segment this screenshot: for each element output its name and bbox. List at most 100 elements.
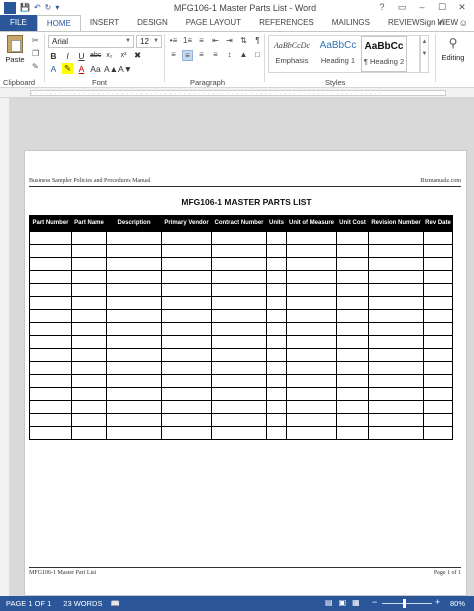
table-cell[interactable] (29, 309, 72, 323)
table-cell[interactable] (161, 283, 212, 297)
table-cell[interactable] (29, 361, 72, 375)
sign-in-link[interactable]: Sign in (420, 15, 444, 31)
table-cell[interactable] (266, 374, 287, 388)
table-cell[interactable] (29, 296, 72, 310)
underline-icon[interactable]: U (76, 51, 87, 61)
table-cell[interactable] (71, 257, 107, 271)
table-cell[interactable] (71, 309, 107, 323)
table-cell[interactable] (71, 374, 107, 388)
table-cell[interactable] (71, 361, 107, 375)
table-cell[interactable] (423, 361, 453, 375)
table-cell[interactable] (211, 296, 267, 310)
table-cell[interactable] (266, 309, 287, 323)
font-color-icon[interactable]: A (76, 64, 87, 74)
table-cell[interactable] (29, 231, 72, 245)
italic-icon[interactable]: I (62, 51, 73, 61)
align-left-icon[interactable]: ≡ (168, 50, 179, 61)
font-size-select[interactable]: 12 ▼ (136, 35, 162, 48)
table-cell[interactable] (286, 309, 337, 323)
table-cell[interactable] (423, 413, 453, 427)
clear-format-icon[interactable]: ✖ (132, 50, 143, 61)
table-cell[interactable] (336, 257, 369, 271)
table-cell[interactable] (286, 387, 337, 401)
numbering-icon[interactable]: 1≡ (182, 36, 193, 47)
table-cell[interactable] (368, 270, 424, 284)
table-cell[interactable] (266, 244, 287, 258)
table-cell[interactable] (29, 400, 72, 414)
table-cell[interactable] (368, 426, 424, 440)
table-cell[interactable] (336, 309, 369, 323)
zoom-slider[interactable] (382, 603, 432, 604)
table-cell[interactable] (423, 387, 453, 401)
tab-design[interactable]: DESIGN (128, 15, 177, 31)
superscript-icon[interactable]: x² (118, 52, 129, 59)
table-cell[interactable] (211, 309, 267, 323)
table-cell[interactable] (423, 244, 453, 258)
table-cell[interactable] (368, 296, 424, 310)
table-cell[interactable] (266, 426, 287, 440)
table-cell[interactable] (71, 231, 107, 245)
table-cell[interactable] (336, 296, 369, 310)
increase-indent-icon[interactable]: ⇥ (224, 36, 235, 47)
table-cell[interactable] (286, 426, 337, 440)
table-cell[interactable] (29, 335, 72, 349)
feedback-smiley-icon[interactable]: ☺ (459, 15, 468, 31)
table-cell[interactable] (161, 348, 212, 362)
table-cell[interactable] (336, 387, 369, 401)
table-cell[interactable] (29, 257, 72, 271)
table-cell[interactable] (161, 335, 212, 349)
table-cell[interactable] (71, 335, 107, 349)
table-cell[interactable] (286, 400, 337, 414)
paste-button[interactable]: Paste (4, 35, 26, 64)
print-layout-icon[interactable]: ▣ (339, 598, 347, 607)
table-cell[interactable] (161, 270, 212, 284)
table-cell[interactable] (211, 413, 267, 427)
table-cell[interactable] (161, 244, 212, 258)
table-cell[interactable] (211, 361, 267, 375)
table-cell[interactable] (266, 322, 287, 336)
editing-button[interactable]: ⚲ Editing (438, 36, 468, 62)
table-cell[interactable] (161, 296, 212, 310)
table-cell[interactable] (266, 387, 287, 401)
table-cell[interactable] (211, 283, 267, 297)
table-cell[interactable] (423, 426, 453, 440)
table-cell[interactable] (336, 413, 369, 427)
justify-icon[interactable]: ≡ (210, 50, 221, 61)
subscript-icon[interactable]: x₂ (104, 52, 115, 59)
style-heading-1[interactable]: AaBbCc Heading 1 (315, 36, 361, 72)
horizontal-ruler[interactable]: . . . . . . . . . . . . . . . . . . . . … (0, 88, 474, 98)
table-cell[interactable] (161, 361, 212, 375)
table-cell[interactable] (106, 348, 162, 362)
table-cell[interactable] (106, 296, 162, 310)
table-cell[interactable] (266, 296, 287, 310)
table-cell[interactable] (266, 400, 287, 414)
close-button[interactable]: ✕ (452, 0, 472, 14)
proofing-icon[interactable]: 📖 (102, 599, 119, 608)
table-cell[interactable] (336, 400, 369, 414)
table-cell[interactable] (106, 400, 162, 414)
table-cell[interactable] (106, 244, 162, 258)
table-cell[interactable] (71, 387, 107, 401)
minimize-button[interactable]: – (412, 0, 432, 14)
table-cell[interactable] (29, 413, 72, 427)
table-cell[interactable] (71, 348, 107, 362)
table-cell[interactable] (106, 257, 162, 271)
bold-icon[interactable]: B (48, 51, 59, 61)
table-cell[interactable] (266, 348, 287, 362)
font-name-select[interactable]: Arial ▼ (48, 35, 134, 48)
table-cell[interactable] (336, 244, 369, 258)
help-button[interactable]: ? (372, 0, 392, 14)
zoom-level[interactable]: 80% (450, 599, 465, 608)
table-cell[interactable] (106, 309, 162, 323)
table-cell[interactable] (266, 257, 287, 271)
table-cell[interactable] (266, 361, 287, 375)
style-emphasis[interactable]: AaBbCcDc Emphasis (269, 36, 315, 72)
table-cell[interactable] (286, 335, 337, 349)
word-app-icon[interactable]: W (4, 1, 16, 14)
table-cell[interactable] (286, 348, 337, 362)
table-cell[interactable] (423, 374, 453, 388)
table-cell[interactable] (71, 244, 107, 258)
table-cell[interactable] (106, 361, 162, 375)
table-cell[interactable] (336, 426, 369, 440)
style-heading-2[interactable]: AaBbCc ¶ Heading 2 (361, 36, 407, 72)
